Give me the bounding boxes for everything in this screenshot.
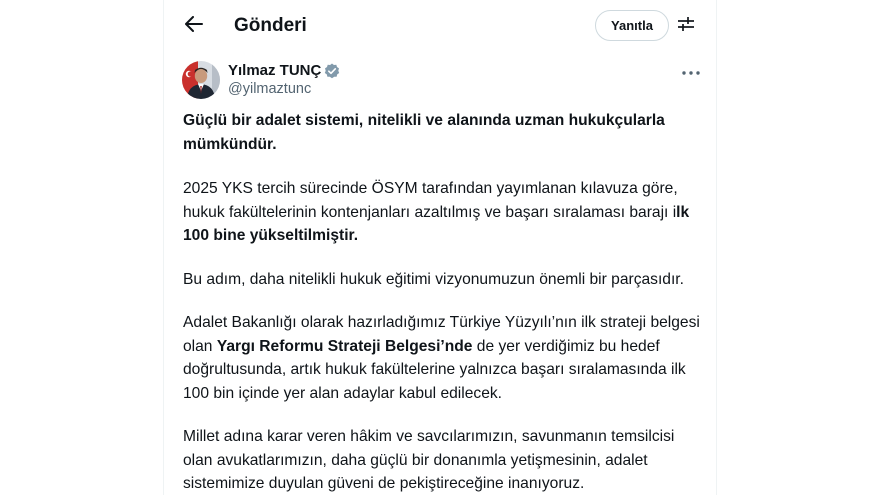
- author-handle[interactable]: @yilmaztunc: [228, 80, 311, 98]
- sliders-icon: [677, 16, 695, 37]
- tweet-text: Güçlü bir adalet sistemi, nitelikli ve a…: [183, 109, 707, 495]
- arrow-left-icon: [185, 15, 203, 37]
- post-column: Gönderi Yanıtla Yılmaz TUNÇ @yilmaztunc …: [163, 0, 717, 495]
- page-title: Gönderi: [234, 15, 307, 36]
- verified-badge-icon: [324, 63, 340, 79]
- tweet-headline: Güçlü bir adalet sistemi, nitelikli ve a…: [183, 112, 665, 153]
- tweet-text-segment: 2025 YKS tercih sürecinde ÖSYM tarafında…: [183, 180, 678, 221]
- more-dots-icon: [682, 62, 700, 80]
- more-options-button[interactable]: [679, 60, 703, 82]
- tweet-paragraph-1: Güçlü bir adalet sistemi, nitelikli ve a…: [183, 109, 707, 156]
- tweet-bold-segment: Yargı Reformu Strateji Belgesi’nde: [216, 337, 473, 355]
- filter-button[interactable]: [672, 12, 700, 40]
- tweet-paragraph-2: 2025 YKS tercih sürecinde ÖSYM tarafında…: [183, 177, 707, 248]
- tweet-paragraph-4: Adalet Bakanlığı olarak hazırladığımız T…: [183, 311, 707, 405]
- back-button[interactable]: [177, 9, 211, 43]
- tweet-paragraph-5: Millet adına karar veren hâkim ve savcıl…: [183, 428, 675, 492]
- reply-button[interactable]: Yanıtla: [595, 10, 669, 41]
- author-name-row[interactable]: Yılmaz TUNÇ: [228, 61, 340, 81]
- post-header: Gönderi Yanıtla: [164, 0, 716, 52]
- author-name[interactable]: Yılmaz TUNÇ: [228, 61, 321, 81]
- avatar[interactable]: [182, 61, 220, 99]
- tweet-paragraph-3: Bu adım, daha nitelikli hukuk eğitimi vi…: [183, 270, 684, 288]
